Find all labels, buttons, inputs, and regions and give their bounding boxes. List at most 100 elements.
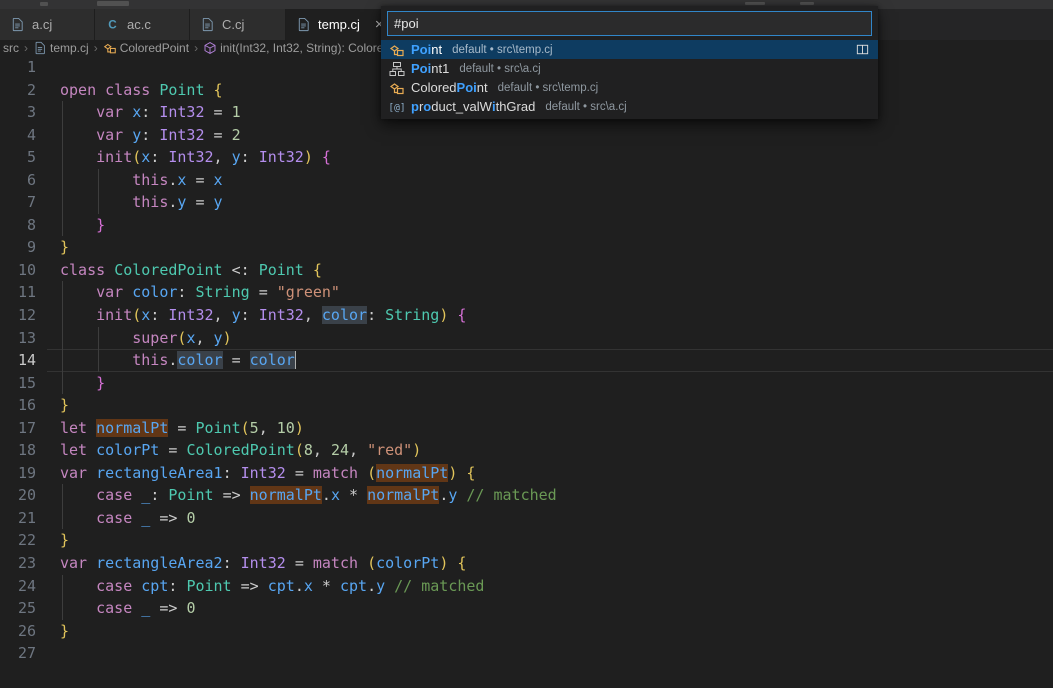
symbol-description: default • src\a.cj bbox=[459, 63, 540, 75]
line-number[interactable]: 19 bbox=[0, 462, 36, 485]
line-number[interactable]: 11 bbox=[0, 281, 36, 304]
tab-a-cj[interactable]: a.cj bbox=[0, 9, 95, 40]
code-line-25[interactable]: 25 case _ => 0 bbox=[0, 597, 1053, 620]
code-line-14[interactable]: 14 this.color = color bbox=[0, 349, 1053, 372]
code-line-27[interactable]: 27 bbox=[0, 642, 1053, 665]
code-line-17[interactable]: 17let normalPt = Point(5, 10) bbox=[0, 417, 1053, 440]
line-number[interactable]: 25 bbox=[0, 597, 36, 620]
code-line-4[interactable]: 4 var y: Int32 = 2 bbox=[0, 124, 1053, 147]
code-token bbox=[223, 306, 232, 324]
code-line-18[interactable]: 18let colorPt = ColoredPoint(8, 24, "red… bbox=[0, 439, 1053, 462]
line-number[interactable]: 6 bbox=[0, 169, 36, 192]
breadcrumb-item[interactable]: src bbox=[3, 41, 19, 55]
line-number[interactable]: 26 bbox=[0, 620, 36, 643]
code-line-16[interactable]: 16} bbox=[0, 394, 1053, 417]
code-line-26[interactable]: 26} bbox=[0, 620, 1053, 643]
code-token: = bbox=[259, 283, 268, 301]
code-line-24[interactable]: 24 case cpt: Point => cpt.x * cpt.y // m… bbox=[0, 575, 1053, 598]
line-number[interactable]: 2 bbox=[0, 79, 36, 102]
code-token bbox=[132, 577, 141, 595]
symbol-description: default • src\a.cj bbox=[545, 101, 626, 113]
code-token: class bbox=[105, 81, 150, 99]
code-line-6[interactable]: 6 this.x = x bbox=[0, 169, 1053, 192]
code-token: Int32 bbox=[159, 126, 204, 144]
titlebar-fragment bbox=[800, 2, 814, 5]
line-number[interactable]: 10 bbox=[0, 259, 36, 282]
code-token: ColoredPoint bbox=[114, 261, 222, 279]
code-token bbox=[223, 126, 232, 144]
code-token: String bbox=[385, 306, 439, 324]
code-editor[interactable]: 12open class Point {3 var x: Int32 = 14 … bbox=[0, 56, 1053, 688]
code-line-11[interactable]: 11 var color: String = "green" bbox=[0, 281, 1053, 304]
line-number[interactable]: 13 bbox=[0, 327, 36, 350]
code-line-9[interactable]: 9} bbox=[0, 236, 1053, 259]
code-token: this bbox=[132, 193, 168, 211]
titlebar-fragment bbox=[40, 2, 48, 6]
code-token: open bbox=[60, 81, 96, 99]
line-number[interactable]: 22 bbox=[0, 529, 36, 552]
line-number[interactable]: 18 bbox=[0, 439, 36, 462]
line-number[interactable]: 21 bbox=[0, 507, 36, 530]
code-line-22[interactable]: 22} bbox=[0, 529, 1053, 552]
code-line-10[interactable]: 10class ColoredPoint <: Point { bbox=[0, 259, 1053, 282]
symbol-description: default • src\temp.cj bbox=[452, 44, 553, 56]
line-number[interactable]: 9 bbox=[0, 236, 36, 259]
quick-open-result[interactable]: Pointdefault • src\temp.cj bbox=[381, 40, 878, 59]
line-number[interactable]: 16 bbox=[0, 394, 36, 417]
code-token: y bbox=[214, 329, 223, 347]
code-line-12[interactable]: 12 init(x: Int32, y: Int32, color: Strin… bbox=[0, 304, 1053, 327]
code-token bbox=[105, 261, 114, 279]
code-line-21[interactable]: 21 case _ => 0 bbox=[0, 507, 1053, 530]
code-line-content: } bbox=[60, 620, 69, 643]
code-token: x bbox=[304, 577, 313, 595]
code-line-8[interactable]: 8 } bbox=[0, 214, 1053, 237]
label-text: duct_valW bbox=[431, 99, 492, 114]
code-token bbox=[132, 599, 141, 617]
code-token: 1 bbox=[232, 103, 241, 121]
code-line-23[interactable]: 23var rectangleArea2: Int32 = match (col… bbox=[0, 552, 1053, 575]
line-number[interactable]: 3 bbox=[0, 101, 36, 124]
quick-open-input[interactable] bbox=[387, 11, 872, 36]
line-number[interactable]: 23 bbox=[0, 552, 36, 575]
tab-C-cj[interactable]: C.cj bbox=[190, 9, 286, 40]
line-number[interactable]: 20 bbox=[0, 484, 36, 507]
line-number[interactable]: 15 bbox=[0, 372, 36, 395]
breadcrumb-item[interactable]: temp.cj bbox=[33, 41, 89, 55]
quick-open-result[interactable]: ColoredPointdefault • src\temp.cj bbox=[381, 78, 878, 97]
code-line-13[interactable]: 13 super(x, y) bbox=[0, 327, 1053, 350]
code-token: => bbox=[223, 486, 241, 504]
code-token: class bbox=[60, 261, 105, 279]
quick-open-result[interactable]: [@]product_valWithGraddefault • src\a.cj bbox=[381, 97, 878, 116]
split-editor-icon[interactable] bbox=[855, 42, 870, 57]
label-text: nt bbox=[477, 80, 488, 95]
line-number[interactable]: 24 bbox=[0, 575, 36, 598]
code-token: } bbox=[96, 216, 105, 234]
code-line-content: init(x: Int32, y: Int32, color: String) … bbox=[60, 304, 466, 327]
line-number[interactable]: 4 bbox=[0, 124, 36, 147]
tab-label: C.cj bbox=[222, 17, 244, 32]
code-token: cpt bbox=[268, 577, 295, 595]
breadcrumb-item[interactable]: ColoredPoint bbox=[103, 41, 189, 55]
line-number[interactable]: 12 bbox=[0, 304, 36, 327]
code-line-content: var y: Int32 = 2 bbox=[60, 124, 241, 147]
line-number[interactable]: 5 bbox=[0, 146, 36, 169]
line-number[interactable]: 1 bbox=[0, 56, 36, 79]
line-number[interactable]: 17 bbox=[0, 417, 36, 440]
quick-open-result[interactable]: Point1default • src\a.cj bbox=[381, 59, 878, 78]
code-line-19[interactable]: 19var rectangleArea1: Int32 = match (nor… bbox=[0, 462, 1053, 485]
line-number[interactable]: 8 bbox=[0, 214, 36, 237]
line-number[interactable]: 27 bbox=[0, 642, 36, 665]
tab-temp-cj[interactable]: temp.cj× bbox=[286, 9, 386, 40]
code-line-20[interactable]: 20 case _: Point => normalPt.x * normalP… bbox=[0, 484, 1053, 507]
code-token bbox=[223, 148, 232, 166]
code-line-5[interactable]: 5 init(x: Int32, y: Int32) { bbox=[0, 146, 1053, 169]
code-token bbox=[60, 329, 132, 347]
tab-ac-c[interactable]: Cac.c bbox=[95, 9, 190, 40]
code-token: * bbox=[349, 486, 358, 504]
code-token: ) bbox=[223, 329, 232, 347]
line-number[interactable]: 7 bbox=[0, 191, 36, 214]
code-line-7[interactable]: 7 this.y = y bbox=[0, 191, 1053, 214]
code-line-15[interactable]: 15 } bbox=[0, 372, 1053, 395]
line-number[interactable]: 14 bbox=[0, 349, 36, 372]
code-token bbox=[268, 419, 277, 437]
